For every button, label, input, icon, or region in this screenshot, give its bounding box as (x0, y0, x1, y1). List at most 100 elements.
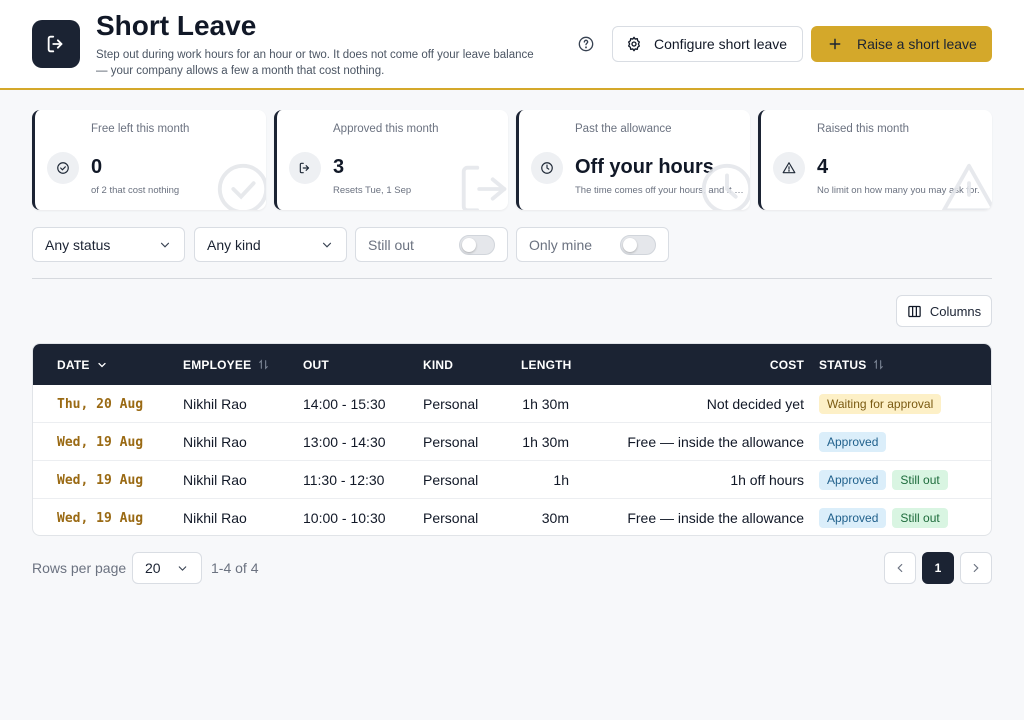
stat-label: Free left this month (91, 123, 190, 135)
cell-status: Waiting for approval (819, 385, 947, 423)
rows-per-page-select[interactable]: 20 (132, 552, 202, 584)
cell-employee: Nikhil Rao (183, 434, 247, 450)
status-badge: Approved (819, 508, 887, 528)
raise-short-leave-button[interactable]: Raise a short leave (811, 26, 992, 62)
check-circle-watermark-icon (217, 163, 266, 210)
stat-label: Approved this month (333, 123, 439, 135)
column-header-label: EMPLOYEE (183, 357, 252, 372)
column-header-kind: KIND (423, 344, 453, 385)
gear-icon (626, 36, 642, 52)
column-header-cost: COST (733, 344, 804, 385)
cell-kind: Personal (423, 510, 479, 526)
cell-length: 1h (553, 472, 569, 488)
page-header: Short Leave Step out during work hours f… (0, 0, 1024, 90)
cell-employee: Nikhil Rao (183, 510, 247, 526)
cell-date: Wed, 19 Aug (57, 434, 144, 450)
plus-icon (828, 37, 842, 51)
column-header-label: STATUS (819, 357, 867, 372)
column-header-length: LENGTH (521, 344, 572, 385)
exit-icon (289, 152, 321, 184)
cell-cost: Not decided yet (706, 396, 804, 412)
warning-watermark-icon (941, 163, 992, 210)
status-badge: Approved (819, 432, 887, 452)
stat-card-past-allowance: Past the allowance Off your hours The ti… (516, 110, 750, 210)
rows-per-page-label: Rows per page (32, 560, 127, 576)
still-out-filter: Still out (355, 227, 508, 262)
chevron-down-icon (158, 238, 172, 252)
warning-icon (773, 152, 805, 184)
page-title: Short Leave (96, 10, 257, 41)
column-header-label: OUT (303, 357, 329, 372)
stat-card-raised: Raised this month 4 No limit on how many… (758, 110, 992, 210)
cell-out: 11:30 - 12:30 (303, 472, 385, 488)
still-out-label: Still out (368, 236, 414, 253)
status-badge: Approved (819, 470, 887, 490)
stat-value: 0 (91, 156, 103, 178)
column-header-date[interactable]: DATE (57, 344, 108, 385)
kind-filter-select[interactable]: Any kind (194, 227, 347, 262)
columns-button[interactable]: Columns (896, 295, 992, 327)
cell-kind: Personal (423, 472, 479, 488)
cell-date: Thu, 20 Aug (57, 396, 144, 412)
help-circle-icon[interactable] (576, 34, 596, 54)
cell-date: Wed, 19 Aug (57, 510, 144, 526)
next-page-button[interactable] (960, 552, 992, 584)
still-out-badge: Still out (892, 508, 948, 528)
status-badge: Waiting for approval (819, 394, 942, 414)
rows-per-page-value: 20 (145, 560, 161, 576)
still-out-toggle[interactable] (459, 234, 495, 255)
sort-icon (872, 358, 885, 371)
cell-status: Approved Still out (819, 461, 954, 499)
previous-page-button[interactable] (884, 552, 916, 584)
column-header-status[interactable]: STATUS (819, 344, 885, 385)
cell-date: Wed, 19 Aug (57, 472, 144, 488)
status-filter-select[interactable]: Any status (32, 227, 185, 262)
table-row[interactable]: Thu, 20 Aug Nikhil Rao 14:00 - 15:30 Per… (33, 385, 991, 423)
chevron-down-icon (320, 238, 334, 252)
exit-watermark-icon (461, 165, 507, 210)
chevron-down-icon (176, 562, 189, 575)
page-subtitle: Step out during work hours for an hour o… (96, 49, 534, 77)
stat-value: 4 (817, 156, 829, 178)
stat-card-free-left: Free left this month 0 of 2 that cost no… (32, 110, 266, 210)
cell-length: 30m (541, 510, 569, 526)
chevron-right-icon (969, 561, 983, 575)
only-mine-label: Only mine (529, 236, 593, 253)
column-header-label: COST (769, 357, 804, 372)
stat-label: Past the allowance (575, 123, 672, 135)
column-header-label: LENGTH (521, 357, 572, 372)
cell-out: 13:00 - 14:30 (303, 434, 386, 450)
configure-label: Configure short leave (654, 36, 788, 52)
cell-cost: 1h off hours (730, 472, 804, 488)
table-row[interactable]: Wed, 19 Aug Nikhil Rao 11:30 - 12:30 Per… (33, 461, 991, 499)
stat-value: Off your hours (575, 156, 714, 178)
cell-cost: Free — inside the allowance (627, 510, 804, 526)
table-header: DATE EMPLOYEE OUT KIND LENGTH COST STATU… (33, 344, 991, 385)
pagination-range: 1-4 of 4 (211, 560, 259, 576)
page-button-current[interactable]: 1 (922, 552, 954, 584)
columns-label: Columns (929, 303, 982, 319)
table-row[interactable]: Wed, 19 Aug Nikhil Rao 10:00 - 10:30 Per… (33, 499, 991, 535)
column-header-label: DATE (57, 357, 90, 372)
cell-kind: Personal (423, 434, 479, 450)
exit-icon (32, 20, 80, 68)
sort-icon (257, 358, 270, 371)
still-out-badge: Still out (892, 470, 948, 490)
column-header-employee[interactable]: EMPLOYEE (183, 344, 270, 385)
chevron-left-icon (893, 561, 907, 575)
cell-employee: Nikhil Rao (183, 472, 247, 488)
check-circle-icon (47, 152, 79, 184)
cell-out: 14:00 - 15:30 (303, 396, 386, 412)
cell-length: 1h 30m (522, 396, 569, 412)
stat-value: 3 (333, 156, 345, 178)
stat-card-approved: Approved this month 3 Resets Tue, 1 Sep (274, 110, 508, 210)
cell-status: Approved (819, 423, 892, 461)
kind-filter-value: Any kind (207, 236, 261, 253)
columns-icon (907, 304, 922, 319)
configure-short-leave-button[interactable]: Configure short leave (612, 26, 803, 62)
table-row[interactable]: Wed, 19 Aug Nikhil Rao 13:00 - 14:30 Per… (33, 423, 991, 461)
clock-watermark-icon (701, 163, 750, 210)
only-mine-toggle[interactable] (620, 234, 656, 255)
chevron-down-icon (96, 359, 108, 371)
short-leave-table: DATE EMPLOYEE OUT KIND LENGTH COST STATU… (32, 343, 992, 536)
